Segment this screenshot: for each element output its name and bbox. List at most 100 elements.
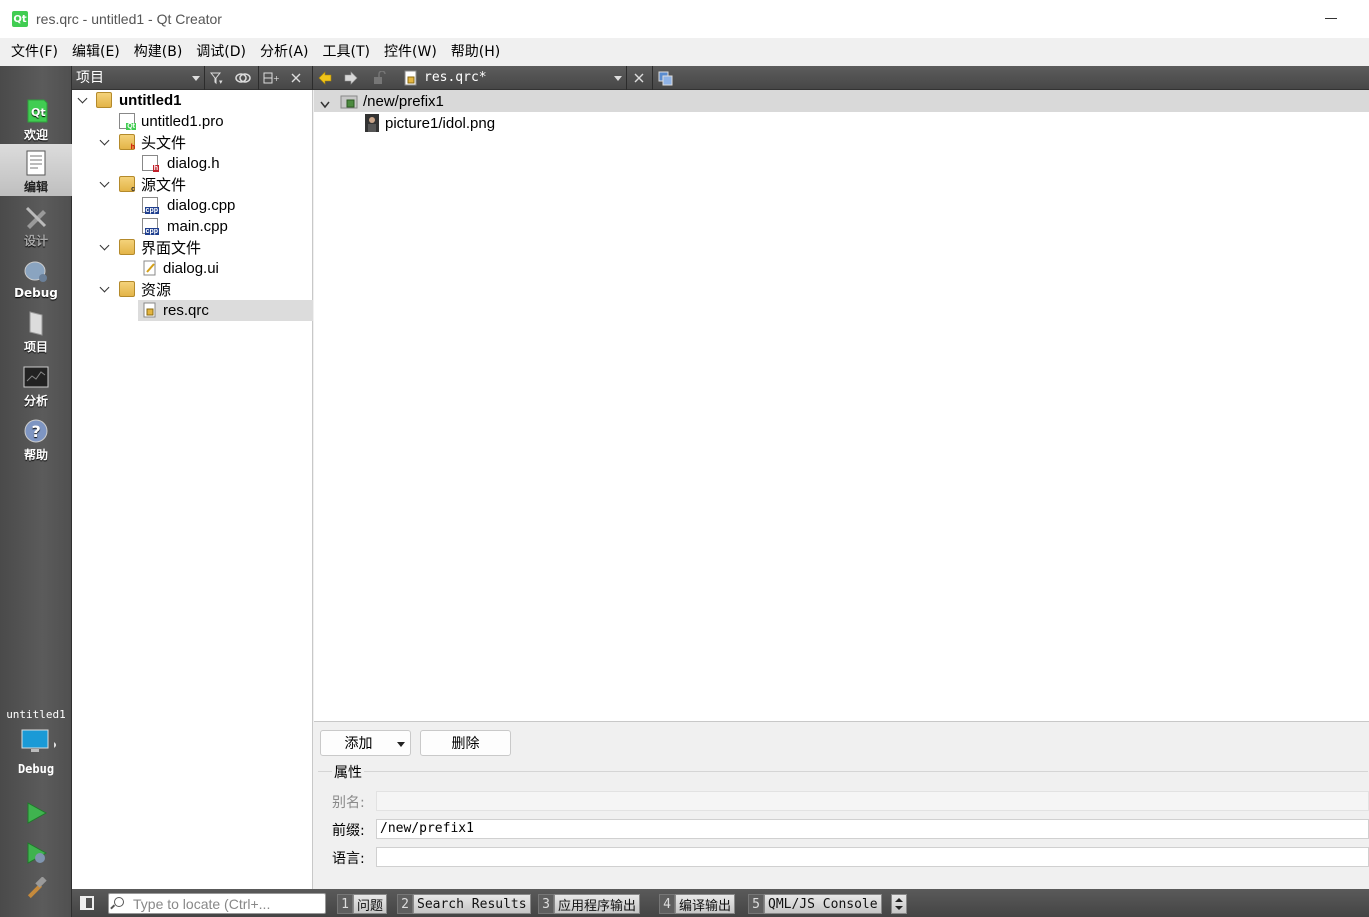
output-tab-compile-output[interactable]: 4 编译输出 [659, 894, 736, 914]
output-tab-application-output[interactable]: 3 应用程序输出 [538, 894, 641, 914]
toolbar-divider [312, 66, 313, 90]
output-tab-number: 4 [659, 894, 675, 914]
chevron-down-icon [100, 179, 110, 189]
minimize-button[interactable] [1323, 10, 1339, 26]
menu-build[interactable]: 构建(B) [127, 38, 190, 66]
mode-design[interactable]: 设计 [0, 198, 72, 250]
menu-tools[interactable]: 工具(T) [316, 38, 377, 66]
chevron-down-icon [100, 284, 110, 294]
toolbar-divider [258, 66, 259, 90]
link-icon [235, 73, 251, 83]
ui-file-icon [142, 260, 158, 276]
add-button[interactable]: 添加 [320, 730, 411, 756]
close-icon [634, 73, 644, 83]
build-button[interactable] [22, 875, 50, 903]
menu-file[interactable]: 文件(F) [4, 38, 65, 66]
add-button-label: 添加 [344, 736, 373, 752]
toggle-sidebar-button[interactable] [80, 896, 94, 910]
debug-run-button[interactable] [22, 839, 50, 867]
tree-item-label: 资源 [141, 282, 172, 299]
go-back-button[interactable] [314, 68, 336, 88]
arrow-right-icon [344, 71, 358, 85]
chevron-down-icon [320, 96, 330, 109]
tree-item-label: 界面文件 [141, 240, 202, 257]
close-panel-button[interactable] [285, 68, 307, 88]
split-editor-button[interactable] [654, 68, 676, 88]
split-editor-icon [658, 71, 673, 86]
properties-group-title: 属性 [332, 762, 364, 782]
mode-help[interactable]: ? 帮助 [0, 412, 72, 464]
mode-edit[interactable]: 编辑 [0, 144, 72, 196]
qt-welcome-icon: Qt [23, 98, 49, 124]
tree-item-label: 源文件 [141, 177, 187, 194]
tree-item-label: dialog.h [167, 155, 220, 172]
properties-group-frame [318, 771, 1368, 772]
tree-item-label: res.qrc [163, 302, 209, 319]
output-tab-issues[interactable]: 1 问题 [337, 894, 388, 914]
tree-item-dialog-ui[interactable]: dialog.ui [72, 258, 313, 279]
qrc-file-icon [404, 70, 417, 86]
tree-item-headers[interactable]: h 头文件 [72, 132, 313, 153]
menu-help[interactable]: 帮助(H) [444, 38, 507, 66]
qrc-file-icon [142, 302, 158, 318]
resource-file-row[interactable]: picture1/idol.png [314, 112, 1369, 134]
mode-design-label: 设计 [23, 234, 48, 248]
resources-folder-icon [119, 281, 135, 297]
sync-editor-button[interactable] [232, 68, 254, 88]
tree-item-main-cpp[interactable]: cpp main.cpp [72, 216, 313, 237]
mode-projects[interactable]: 项目 [0, 304, 72, 356]
menu-widgets[interactable]: 控件(W) [377, 38, 444, 66]
filter-tree-button[interactable]: ▾ [206, 68, 228, 88]
target-selector[interactable] [20, 728, 57, 756]
mode-analyze[interactable]: 分析 [0, 358, 72, 410]
qt-logo-icon: Qt [12, 11, 28, 27]
split-button[interactable]: + [260, 68, 282, 88]
search-icon [114, 897, 124, 907]
output-tab-qml-console[interactable]: 5 QML/JS Console [748, 894, 882, 914]
menu-edit[interactable]: 编辑(E) [65, 38, 127, 66]
analyze-monitor-icon [23, 364, 49, 390]
tree-item-sources[interactable]: c 源文件 [72, 174, 313, 195]
open-documents-selector[interactable]: res.qrc* [400, 66, 626, 90]
tree-item-dialog-h[interactable]: h dialog.h [72, 153, 313, 174]
menu-analyze[interactable]: 分析(A) [253, 38, 316, 66]
chevron-down-icon [100, 137, 110, 147]
mode-debug[interactable]: Debug [0, 252, 72, 304]
header-file-icon: h [142, 155, 159, 172]
chevron-down-icon [397, 742, 405, 747]
locator-input[interactable]: Type to locate (Ctrl+... [108, 893, 326, 914]
project-tree: untitled1 Qt untitled1.pro h 头文件 h dialo… [72, 90, 313, 889]
toolbar-divider [204, 66, 205, 90]
go-forward-button[interactable] [340, 68, 362, 88]
lock-button[interactable] [368, 68, 390, 88]
tree-item-resources[interactable]: 资源 [72, 279, 313, 300]
chevron-down-icon [78, 95, 88, 105]
output-tab-label: 应用程序输出 [554, 894, 641, 914]
tree-item-project[interactable]: untitled1 [72, 90, 313, 111]
language-input[interactable] [376, 847, 1369, 867]
prefix-input[interactable]: /new/prefix1 [376, 819, 1369, 839]
tree-item-forms[interactable]: 界面文件 [72, 237, 313, 258]
run-button[interactable] [22, 799, 50, 827]
tree-item-dialog-cpp[interactable]: cpp dialog.cpp [72, 195, 313, 216]
tree-item-res-qrc[interactable]: res.qrc [138, 300, 313, 321]
menu-debug[interactable]: 调试(D) [189, 38, 253, 66]
cpp-file-icon: cpp [142, 218, 159, 235]
output-tab-label: Search Results [413, 894, 531, 914]
alias-input[interactable] [376, 791, 1369, 811]
project-view-selector[interactable]: 项目 [72, 66, 204, 90]
chevron-down-icon [192, 76, 200, 81]
tree-item-pro-file[interactable]: Qt untitled1.pro [72, 111, 313, 132]
arrow-left-icon [318, 71, 332, 85]
target-project-name: untitled1 [6, 708, 66, 721]
output-tab-search-results[interactable]: 2 Search Results [397, 894, 531, 914]
language-label: 语言: [332, 851, 365, 867]
hammer-icon [27, 877, 47, 899]
mode-welcome[interactable]: Qt 欢迎 [0, 92, 72, 144]
tree-item-label: main.cpp [167, 218, 228, 235]
toolbar-divider [626, 66, 627, 90]
more-output-panes-button[interactable] [891, 894, 907, 914]
resource-prefix-row[interactable]: /new/prefix1 [314, 90, 1369, 112]
close-document-button[interactable] [628, 68, 650, 88]
remove-button[interactable]: 删除 [420, 730, 511, 756]
